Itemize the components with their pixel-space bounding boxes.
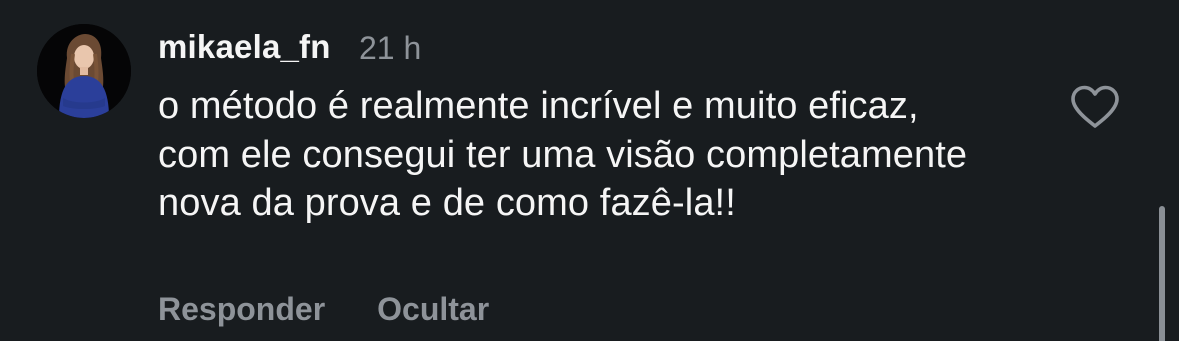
heart-outline-icon[interactable] (1069, 84, 1121, 130)
comment-timestamp: 21 h (359, 30, 422, 66)
scrollbar[interactable] (1159, 206, 1165, 341)
reply-button[interactable]: Responder (158, 290, 325, 328)
comment-actions: Responder Ocultar (158, 290, 489, 328)
comment-text: o método é realmente incrível e muito ef… (158, 85, 968, 224)
comment-row: mikaela_fn 21 h o método é realmente inc… (0, 0, 1179, 341)
hide-button[interactable]: Ocultar (377, 290, 489, 328)
username[interactable]: mikaela_fn (158, 28, 331, 66)
avatar[interactable] (37, 24, 131, 118)
